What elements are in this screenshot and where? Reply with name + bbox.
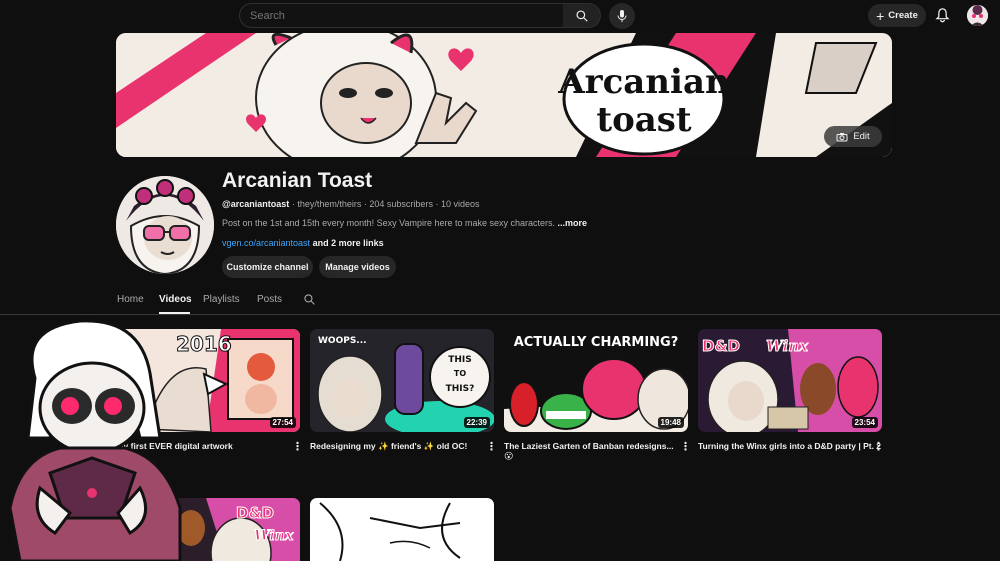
video-duration: 27:54 bbox=[269, 417, 296, 428]
channel-links: vgen.co/arcaniantoast and 2 more links bbox=[222, 238, 384, 248]
channel-banner: Arcanian toast bbox=[116, 33, 892, 157]
video-duration: 22:39 bbox=[463, 417, 490, 428]
channel-name: Arcanian Toast bbox=[222, 169, 373, 192]
camera-icon bbox=[836, 132, 848, 141]
customize-channel-button[interactable]: Customize channel bbox=[222, 256, 313, 278]
banner-logo-line1: Arcanian bbox=[557, 62, 729, 102]
search-icon bbox=[575, 9, 588, 22]
tab-home[interactable]: Home bbox=[117, 294, 144, 305]
video-thumbnail[interactable]: ACTUALLY CHARMING? 19:48 bbox=[504, 329, 688, 432]
create-label: Create bbox=[888, 10, 918, 21]
thumbnail-caption: ACTUALLY CHARMING? bbox=[514, 335, 679, 350]
thumbnail-caption: THIS? bbox=[446, 384, 475, 394]
voice-search-button[interactable] bbox=[609, 3, 635, 29]
video-duration: 23:54 bbox=[851, 417, 878, 428]
more-links-button[interactable]: and 2 more links bbox=[313, 238, 384, 248]
create-button[interactable]: + Create bbox=[868, 4, 926, 27]
description-more-link[interactable]: ...more bbox=[558, 218, 588, 228]
video-title[interactable]: Turning the Winx girls into a D&D party … bbox=[698, 440, 881, 452]
microphone-icon bbox=[617, 10, 627, 22]
thumbnail-caption: D&D bbox=[702, 337, 740, 355]
channel-search-button[interactable] bbox=[303, 293, 316, 311]
tabs-divider bbox=[0, 314, 1000, 315]
account-avatar[interactable] bbox=[967, 5, 988, 26]
video-thumbnail[interactable]: WOOPS... THIS TO THIS? 22:39 bbox=[310, 329, 494, 432]
manage-videos-button[interactable]: Manage videos bbox=[319, 256, 396, 278]
video-title[interactable]: Redesigning my ✨ friend's ✨ old OC! bbox=[310, 440, 480, 452]
video-menu-icon[interactable]: ⋮ bbox=[680, 440, 691, 453]
tab-videos[interactable]: Videos bbox=[159, 294, 192, 305]
video-count: 10 videos bbox=[440, 199, 480, 209]
character-overlay bbox=[0, 318, 190, 561]
banner-logo-line2: toast bbox=[596, 100, 692, 140]
channel-description[interactable]: Post on the 1st and 15th every month! Se… bbox=[222, 218, 587, 228]
subscriber-count: 204 subscribers bbox=[369, 199, 433, 209]
edit-label: Edit bbox=[853, 131, 870, 142]
thumbnail-caption: THIS bbox=[448, 355, 472, 365]
video-title-line2: 😮 bbox=[504, 451, 514, 461]
video-menu-icon[interactable]: ⋮ bbox=[292, 440, 303, 453]
tab-posts[interactable]: Posts bbox=[257, 294, 282, 305]
thumbnail-caption: Winx bbox=[766, 337, 809, 355]
tab-playlists[interactable]: Playlists bbox=[203, 294, 240, 305]
bell-icon bbox=[935, 8, 950, 23]
video-menu-icon[interactable]: ⋮ bbox=[486, 440, 497, 453]
channel-meta: @arcaniantoast · they/them/theirs · 204 … bbox=[222, 199, 480, 209]
video-thumbnail[interactable]: D&D Winx 23:54 bbox=[698, 329, 882, 432]
thumbnail-caption: WOOPS... bbox=[318, 336, 367, 346]
plus-icon: + bbox=[876, 7, 885, 24]
video-title[interactable]: The Laziest Garten of Banban redesigns..… bbox=[504, 440, 674, 452]
notifications-button[interactable] bbox=[935, 7, 950, 28]
thumbnail-caption: TO bbox=[454, 369, 466, 378]
search-box[interactable] bbox=[239, 3, 564, 28]
search-input[interactable] bbox=[240, 4, 563, 27]
channel-external-link[interactable]: vgen.co/arcaniantoast bbox=[222, 238, 310, 248]
video-menu-icon[interactable]: ⋮ bbox=[873, 440, 884, 453]
search-icon bbox=[304, 294, 315, 305]
top-bar: + Create bbox=[0, 0, 1000, 32]
search-button[interactable] bbox=[563, 3, 601, 28]
channel-handle: @arcaniantoast bbox=[222, 199, 290, 209]
thumbnail-caption: Winx bbox=[254, 528, 294, 544]
channel-pronouns: they/them/theirs bbox=[297, 199, 362, 209]
video-duration: 19:48 bbox=[657, 417, 684, 428]
description-text: Post on the 1st and 15th every month! Se… bbox=[222, 218, 555, 228]
video-thumbnail[interactable] bbox=[310, 498, 494, 561]
banner-edit-button[interactable]: Edit bbox=[824, 126, 882, 147]
channel-avatar[interactable] bbox=[116, 176, 214, 274]
thumbnail-caption: D&D bbox=[236, 504, 274, 522]
